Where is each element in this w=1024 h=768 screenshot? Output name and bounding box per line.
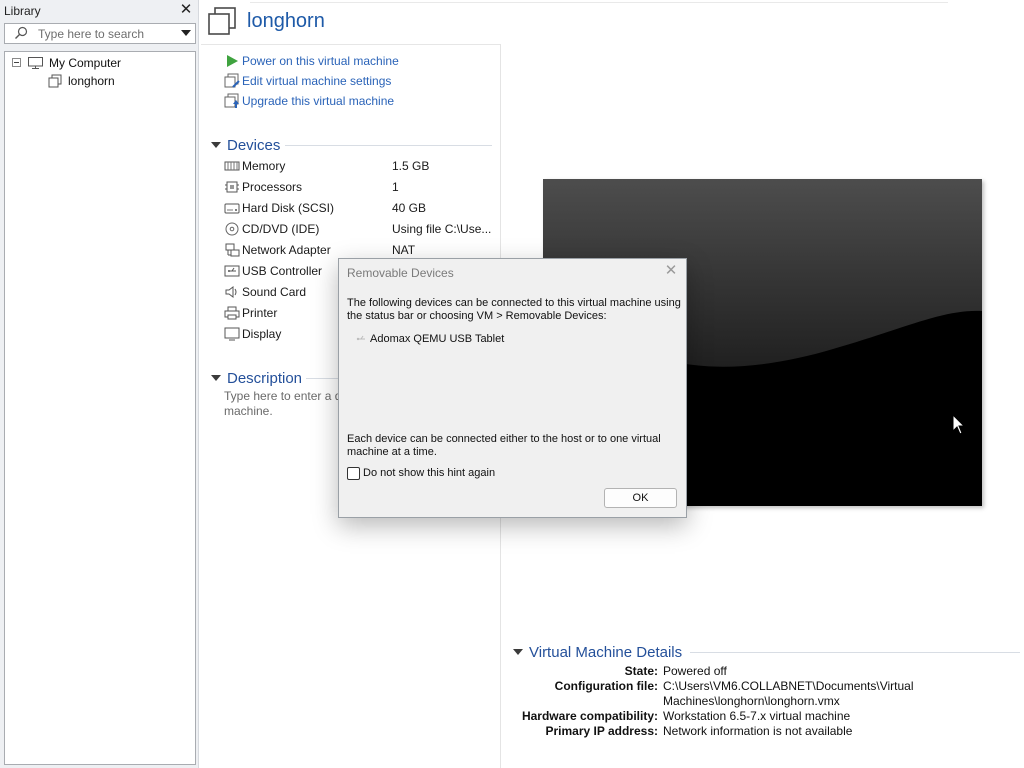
- device-value: NAT: [392, 242, 416, 257]
- description-section-header[interactable]: Description: [211, 369, 302, 387]
- device-name: Sound Card: [242, 284, 307, 299]
- removable-device-label: Adomax QEMU USB Tablet: [370, 332, 505, 345]
- description-placeholder-line: Type here to enter a d: [224, 389, 342, 403]
- hide-hint-checkbox[interactable]: Do not show this hint again: [347, 466, 495, 480]
- device-value: 40 GB: [392, 200, 427, 215]
- device-value: Using file C:\Use...: [392, 221, 492, 236]
- removable-devices-dialog: Removable Devices ✕ The following device…: [338, 258, 687, 518]
- tree-item-my-computer[interactable]: My Computer: [27, 54, 121, 71]
- removable-device-item[interactable]: Adomax QEMU USB Tablet: [356, 331, 504, 346]
- upgrade-vm-link[interactable]: Upgrade this virtual machine: [224, 93, 394, 109]
- devices-header-rule: [285, 145, 492, 146]
- hardware-compat-label: Hardware compatibility:: [521, 709, 658, 723]
- library-close-icon[interactable]: ✕: [178, 2, 194, 18]
- collapse-arrow-icon: [211, 142, 221, 148]
- tree-item-label: My Computer: [49, 55, 122, 70]
- tree-item-label: longhorn: [68, 73, 115, 88]
- edit-settings-icon: [224, 73, 240, 88]
- device-row-cd-dvd-ide[interactable]: CD/DVD (IDE) Using file C:\Use...: [224, 220, 492, 237]
- dialog-close-icon[interactable]: ✕: [662, 262, 680, 280]
- hardware-compat-value: Workstation 6.5-7.x virtual machine: [663, 709, 851, 723]
- library-search-input[interactable]: [38, 26, 174, 41]
- device-row-processors[interactable]: Processors 1: [224, 178, 492, 195]
- vm-icon: [208, 7, 236, 35]
- checkbox-box[interactable]: [347, 466, 360, 480]
- display-icon: [224, 327, 240, 340]
- title-divider: [250, 2, 948, 3]
- library-tree: My Computer longhorn: [4, 51, 196, 765]
- device-name: Memory: [242, 158, 286, 173]
- cd-dvd-icon: [225, 222, 239, 235]
- device-row-memory[interactable]: Memory 1.5 GB: [224, 157, 492, 174]
- dialog-note-text: Each device can be connected either to t…: [347, 433, 661, 458]
- primary-ip-value: Network information is not available: [663, 724, 853, 738]
- hard-disk-icon: [224, 203, 240, 213]
- tree-item-longhorn[interactable]: longhorn: [48, 72, 115, 89]
- dialog-intro-text: The following devices can be connected t…: [347, 297, 681, 322]
- device-row-hard-disk-scsi[interactable]: Hard Disk (SCSI) 40 GB: [224, 199, 492, 216]
- vm-icon: [48, 74, 62, 87]
- computer-icon: [28, 56, 43, 69]
- devices-section-header[interactable]: Devices: [211, 136, 280, 154]
- vm-details-section-header[interactable]: Virtual Machine Details: [513, 643, 682, 661]
- device-name: USB Controller: [242, 263, 323, 278]
- power-on-vm-link[interactable]: Power on this virtual machine: [224, 53, 399, 69]
- device-name: CD/DVD (IDE): [242, 221, 320, 236]
- description-header-rule: [306, 378, 338, 379]
- device-name: Processors: [242, 179, 303, 194]
- device-row-network-adapter[interactable]: Network Adapter NAT: [224, 241, 492, 258]
- device-name: Network Adapter: [242, 242, 331, 257]
- ok-button[interactable]: OK: [604, 488, 677, 508]
- dialog-title: Removable Devices: [347, 266, 454, 280]
- library-title: Library: [4, 4, 41, 18]
- config-file-label: Configuration file:: [554, 679, 658, 693]
- collapse-arrow-icon: [513, 649, 523, 655]
- checkbox-label: Do not show this hint again: [363, 467, 496, 479]
- device-name: Printer: [242, 305, 278, 320]
- vm-details-header-rule: [690, 652, 1020, 653]
- device-name: Display: [242, 326, 282, 341]
- search-dropdown-arrow-icon[interactable]: [181, 30, 191, 36]
- network-adapter-icon: [225, 243, 240, 256]
- tree-collapse-toggle[interactable]: [12, 58, 21, 67]
- search-icon: [15, 26, 28, 39]
- memory-icon: [224, 161, 240, 170]
- primary-ip-label: Primary IP address:: [545, 724, 658, 738]
- library-search-box[interactable]: [4, 23, 196, 44]
- config-file-value: C:\Users\VM6.COLLABNET\Documents\Virtual…: [663, 679, 914, 708]
- vm-title: longhorn: [247, 10, 325, 32]
- description-placeholder-line: machine.: [224, 404, 273, 418]
- mouse-cursor-icon: [952, 414, 966, 435]
- description-input[interactable]: Type here to enter a d machine.: [224, 389, 346, 419]
- processor-icon: [225, 181, 239, 192]
- power-on-icon: [227, 55, 238, 67]
- collapse-arrow-icon: [211, 375, 221, 381]
- upgrade-icon: [224, 93, 239, 108]
- usb-device-icon: [356, 335, 365, 340]
- printer-icon: [224, 306, 240, 319]
- sound-card-icon: [225, 285, 237, 298]
- device-name: Hard Disk (SCSI): [242, 200, 335, 215]
- edit-vm-settings-link[interactable]: Edit virtual machine settings: [224, 73, 391, 89]
- state-value: Powered off: [663, 664, 727, 678]
- usb-controller-icon: [224, 265, 240, 276]
- device-value: 1: [392, 179, 399, 194]
- library-panel: Library ✕ My Computer longhorn: [0, 0, 199, 768]
- device-value: 1.5 GB: [392, 158, 430, 173]
- state-label: State:: [624, 664, 658, 678]
